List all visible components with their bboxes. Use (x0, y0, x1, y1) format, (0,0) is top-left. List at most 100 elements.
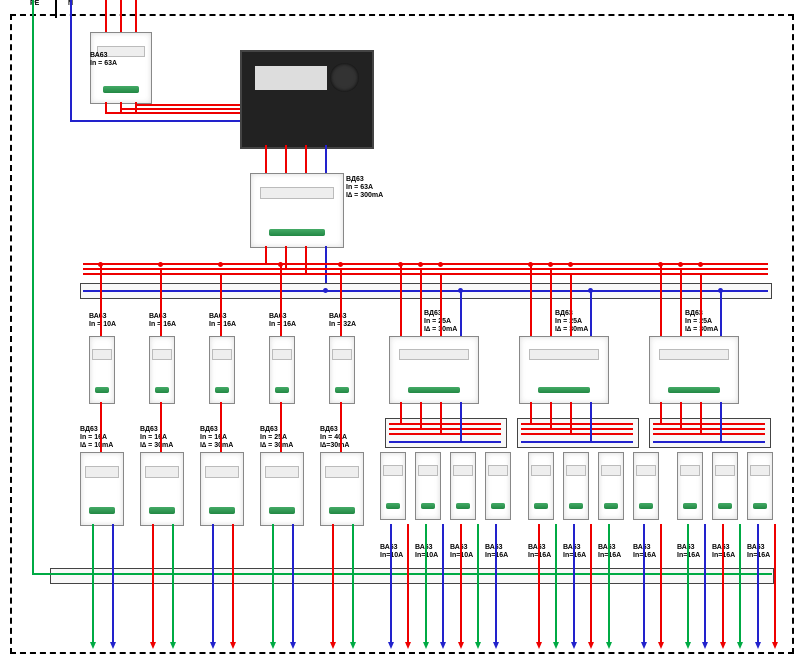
main-rcd-leak: I∆ = 300mA (346, 192, 383, 200)
out-arrow-icon (571, 642, 577, 649)
junction-dot (438, 262, 443, 267)
breaker-r1-3 (269, 336, 295, 404)
l2-in (120, 0, 122, 32)
breaker-r1-2 (209, 336, 235, 404)
junction-dot (548, 262, 553, 267)
out-wire (590, 524, 592, 642)
out-arrow-icon (606, 642, 612, 649)
main-rcd-rating: In = 63A (346, 184, 373, 192)
rcbo-r2-3 (260, 452, 304, 526)
out-wire (212, 524, 214, 642)
breaker-r3-3 (485, 452, 511, 520)
out-wire (425, 524, 427, 642)
out-arrow-icon (170, 642, 176, 649)
junction-dot (568, 262, 573, 267)
out-arrow-icon (536, 642, 542, 649)
out-wire (460, 524, 462, 642)
out-wire (172, 524, 174, 642)
out-arrow-icon (110, 642, 116, 649)
breaker-r3-8 (677, 452, 703, 520)
out-arrow-icon (405, 642, 411, 649)
out-wire (495, 524, 497, 642)
out-arrow-icon (720, 642, 726, 649)
breaker-r3-9 (712, 452, 738, 520)
out-wire (687, 524, 689, 642)
divider (55, 0, 57, 18)
out-arrow-icon (440, 642, 446, 649)
pe-wire (32, 0, 34, 573)
out-arrow-icon (350, 642, 356, 649)
out-wire (272, 524, 274, 642)
out-wire (704, 524, 706, 642)
out-arrow-icon (658, 642, 664, 649)
main-breaker-model: ВА63 (90, 52, 108, 60)
out-arrow-icon (290, 642, 296, 649)
breaker-r3-2 (450, 452, 476, 520)
breaker-r3-4 (528, 452, 554, 520)
rcbo-r2-2 (200, 452, 244, 526)
main-rcd-model: ВД63 (346, 176, 364, 184)
junction-dot (528, 262, 533, 267)
out-wire (555, 524, 557, 642)
junction-dot (698, 262, 703, 267)
out-wire (608, 524, 610, 642)
rcd-g-2 (649, 336, 739, 404)
out-arrow-icon (458, 642, 464, 649)
out-arrow-icon (641, 642, 647, 649)
junction-dot (158, 262, 163, 267)
out-arrow-icon (553, 642, 559, 649)
out-arrow-icon (475, 642, 481, 649)
breaker-r3-0 (380, 452, 406, 520)
out-arrow-icon (588, 642, 594, 649)
out-arrow-icon (423, 642, 429, 649)
junction-dot (588, 288, 593, 293)
breaker-r1-0 (89, 336, 115, 404)
breaker-r3-10 (747, 452, 773, 520)
n-wire-in (70, 0, 72, 120)
out-wire (390, 524, 392, 642)
junction-dot (98, 262, 103, 267)
junction-dot (458, 288, 463, 293)
out-wire (722, 524, 724, 642)
junction-dot (323, 288, 328, 293)
pe-n-bar (50, 568, 774, 584)
junction-dot (718, 288, 723, 293)
out-wire (538, 524, 540, 642)
out-arrow-icon (90, 642, 96, 649)
out-wire (332, 524, 334, 642)
breaker-r3-5 (563, 452, 589, 520)
rcd-g-0 (389, 336, 479, 404)
breaker-r1-4 (329, 336, 355, 404)
out-arrow-icon (150, 642, 156, 649)
out-arrow-icon (210, 642, 216, 649)
out-wire (739, 524, 741, 642)
out-arrow-icon (702, 642, 708, 649)
out-wire (112, 524, 114, 642)
energy-meter (240, 50, 374, 149)
out-arrow-icon (388, 642, 394, 649)
rcd-g-1 (519, 336, 609, 404)
out-wire (660, 524, 662, 642)
main-rcd (250, 173, 344, 248)
breaker-r3-6 (598, 452, 624, 520)
junction-dot (678, 262, 683, 267)
out-wire (92, 524, 94, 642)
out-wire (232, 524, 234, 642)
out-wire (573, 524, 575, 642)
junction-dot (398, 262, 403, 267)
out-arrow-icon (685, 642, 691, 649)
breaker-r1-1 (149, 336, 175, 404)
out-wire (442, 524, 444, 642)
out-wire (292, 524, 294, 642)
out-wire (407, 524, 409, 642)
out-arrow-icon (755, 642, 761, 649)
out-wire (477, 524, 479, 642)
junction-dot (218, 262, 223, 267)
out-arrow-icon (493, 642, 499, 649)
out-wire (152, 524, 154, 642)
rcbo-r2-0 (80, 452, 124, 526)
l1-in (105, 0, 107, 32)
junction-dot (338, 262, 343, 267)
rcbo-r2-1 (140, 452, 184, 526)
out-arrow-icon (330, 642, 336, 649)
